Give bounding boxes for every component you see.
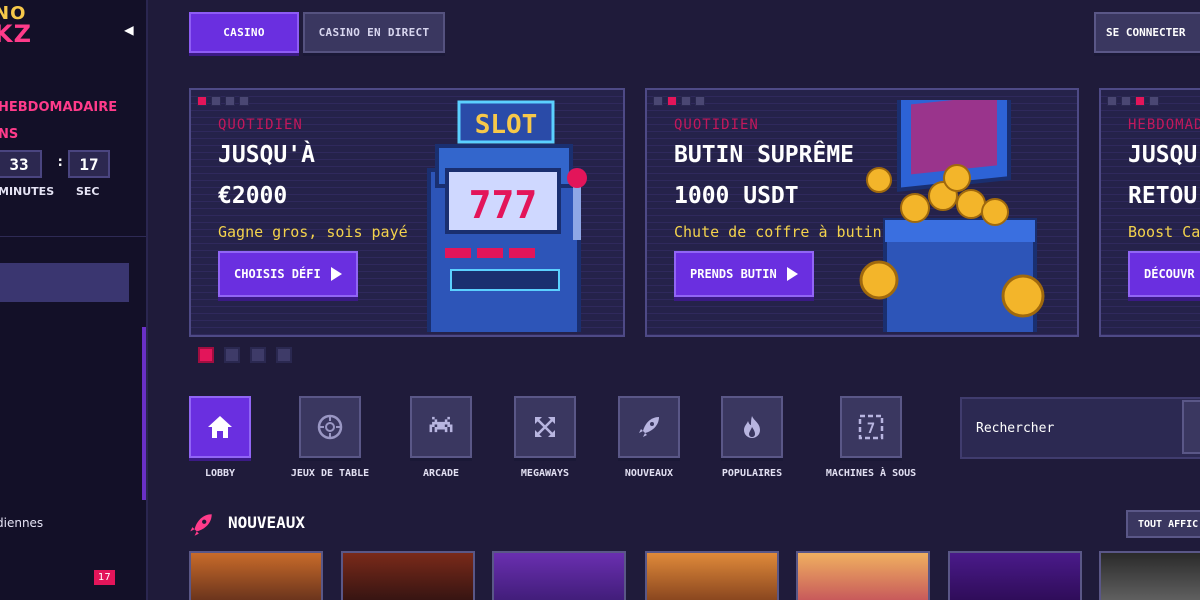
slot-machine-icon: 7 (858, 414, 884, 440)
button-label: PRENDS BUTIN (690, 267, 777, 281)
timer-separator: : (56, 154, 65, 170)
window-dots (653, 96, 705, 106)
timer-minutes: 33 (0, 150, 42, 178)
promo-banner-1[interactable]: QUOTIDIEN JUSQU'À €2000 Gagne gros, sois… (189, 88, 625, 337)
sidebar-item-active[interactable] (0, 263, 129, 302)
carousel-pagination (198, 347, 292, 363)
game-tile[interactable] (189, 551, 323, 600)
game-tile[interactable] (796, 551, 930, 600)
game-tile[interactable] (1099, 551, 1200, 600)
home-icon (208, 416, 232, 438)
category-table-games[interactable] (299, 396, 361, 458)
sidebar-scrollbar[interactable] (142, 327, 146, 500)
see-all-button[interactable]: TOUT AFFIC (1126, 510, 1200, 538)
section-title: NOUVEAUX (228, 513, 306, 532)
chip-icon (317, 414, 343, 440)
carousel-dot[interactable] (276, 347, 292, 363)
tab-casino[interactable]: CASINO (189, 12, 299, 53)
category-label: MACHINES À SOUS (825, 468, 917, 479)
banner-amount: €2000 (218, 183, 288, 209)
banner-kicker: QUOTIDIEN (218, 117, 303, 133)
slot-machine-illustration: SLOT 777 (427, 100, 587, 332)
category-slots[interactable]: 7 (840, 396, 902, 458)
timer-minutes-label: MINUTES (0, 185, 55, 198)
treasure-chest-illustration (859, 100, 1045, 332)
weekly-promo-title: HEBDOMADAIRE NS (0, 94, 117, 148)
search-button[interactable] (1182, 400, 1200, 454)
choose-challenge-button[interactable]: CHOISIS DÉFI (218, 251, 358, 297)
category-arcade[interactable] (410, 396, 472, 458)
carousel-dot[interactable] (250, 347, 266, 363)
arrows-expand-icon (535, 417, 555, 437)
carousel-dot[interactable] (224, 347, 240, 363)
promo-title-line2: NS (0, 127, 19, 142)
category-label: ARCADE (422, 468, 460, 479)
category-label: JEUX DE TABLE (290, 468, 370, 479)
category-popular[interactable] (721, 396, 783, 458)
banner-kicker: QUOTIDIEN (674, 117, 759, 133)
category-label: LOBBY (204, 468, 236, 479)
banner-kicker: HEBDOMADA (1128, 117, 1200, 133)
banner-subtitle: Gagne gros, sois payé (218, 223, 408, 241)
banner-amount: 1000 USDT (674, 183, 799, 209)
slot-sign-text: SLOT (475, 110, 538, 140)
reels-text: 777 (469, 183, 538, 227)
category-megaways[interactable] (514, 396, 576, 458)
banner-amount: RETOU (1128, 183, 1198, 209)
collapse-sidebar-icon[interactable]: ◀ (124, 20, 134, 39)
button-label: CHOISIS DÉFI (234, 267, 321, 281)
game-tile[interactable] (492, 551, 626, 600)
category-label: NOUVEAUX (624, 468, 674, 479)
game-tile[interactable] (341, 551, 475, 600)
sidebar-count-badge: 17 (94, 570, 115, 585)
sidebar-divider (0, 236, 146, 237)
sidebar: NO KZ ◀ HEBDOMADAIRE NS 33 : 17 MINUTES … (0, 0, 148, 600)
play-arrow-icon (786, 267, 798, 281)
banner-headline: JUSQU (1128, 142, 1198, 168)
category-new[interactable] (618, 396, 680, 458)
carousel-dot[interactable] (198, 347, 214, 363)
button-label: DÉCOUVR (1144, 267, 1195, 281)
promo-banner-2[interactable]: QUOTIDIEN BUTIN SUPRÊME 1000 USDT Chute … (645, 88, 1079, 337)
space-invader-icon (429, 416, 453, 433)
search-placeholder: Rechercher (976, 420, 1055, 436)
login-button[interactable]: SE CONNECTER (1094, 12, 1200, 53)
rocket-icon (639, 417, 659, 437)
category-lobby[interactable] (189, 396, 251, 458)
promo-banner-3[interactable]: HEBDOMADA JUSQU RETOU Boost Ca DÉCOUVR (1099, 88, 1200, 337)
game-tile[interactable] (948, 551, 1082, 600)
sidebar-item-label[interactable]: diennes (0, 516, 43, 530)
tab-live-casino[interactable]: CASINO EN DIRECT (303, 12, 445, 53)
promo-title-line1: HEBDOMADAIRE (0, 100, 118, 115)
category-label: MEGAWAYS (520, 468, 570, 479)
search-input[interactable]: Rechercher (960, 397, 1200, 459)
play-arrow-icon (330, 267, 342, 281)
discover-button[interactable]: DÉCOUVR (1128, 251, 1200, 297)
rocket-icon (190, 514, 212, 536)
banner-subtitle: Boost Ca (1128, 223, 1200, 241)
svg-text:7: 7 (867, 421, 875, 437)
logo-bottom-text: KZ (0, 20, 32, 48)
banner-headline: BUTIN SUPRÊME (674, 142, 855, 168)
timer-seconds: 17 (68, 150, 110, 178)
banner-headline: JUSQU'À (218, 142, 315, 168)
timer-seconds-label: SEC (76, 185, 100, 198)
casino-logo[interactable]: NO KZ (0, 4, 32, 48)
game-tile[interactable] (645, 551, 779, 600)
take-loot-button[interactable]: PRENDS BUTIN (674, 251, 814, 297)
window-dots (1107, 96, 1159, 106)
category-label: POPULAIRES (721, 468, 783, 479)
fire-icon (744, 416, 760, 438)
window-dots (197, 96, 249, 106)
